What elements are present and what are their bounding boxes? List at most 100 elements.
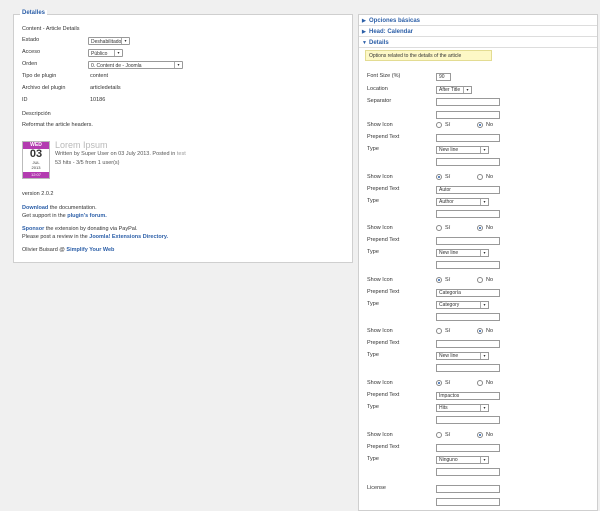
radio-no-label: No — [486, 432, 494, 438]
radio-no-label: No — [486, 225, 494, 231]
separator-input[interactable] — [436, 98, 500, 106]
type-extra-input[interactable] — [436, 416, 500, 424]
type-select[interactable]: Ninguno ▾ — [436, 456, 489, 464]
type-select[interactable]: Hits ▾ — [436, 404, 489, 412]
version-text: version 2.0.2 — [22, 191, 54, 197]
show-icon-label: Show Icon — [367, 122, 393, 128]
forum-link[interactable]: plugin's forum. — [67, 213, 107, 219]
sponsor-link[interactable]: Sponsor — [22, 226, 44, 232]
radio-yes-label: Sí — [445, 328, 451, 334]
calendar-time: 12:07 — [23, 172, 49, 178]
prepend-text-input[interactable] — [436, 340, 500, 348]
show-icon-no-radio[interactable] — [477, 432, 483, 438]
location-label: Location — [367, 86, 388, 92]
type-label: Type — [367, 301, 379, 307]
author-line: Olivier Buisard @ Simplify Your Web — [22, 247, 115, 253]
type-extra-input[interactable] — [436, 210, 500, 218]
location-select[interactable]: After Title ▾ — [436, 86, 472, 94]
prepend-text-input[interactable] — [436, 134, 500, 142]
support-line: Get support in the plugin's forum. — [22, 213, 107, 219]
radio-yes-label: Sí — [445, 432, 451, 438]
show-icon-yes-radio[interactable] — [436, 432, 442, 438]
chevron-down-icon: ▾ — [480, 405, 488, 411]
type-extra-input[interactable] — [436, 364, 500, 372]
type-select[interactable]: New line ▾ — [436, 146, 489, 154]
show-icon-no-radio[interactable] — [477, 225, 483, 231]
show-icon-yes-radio[interactable] — [436, 122, 442, 128]
chevron-down-icon: ▾ — [480, 457, 488, 463]
type-extra-input[interactable] — [436, 158, 500, 166]
field-label-archivo: Archivo del plugin — [22, 85, 66, 91]
chevron-down-icon: ▾ — [480, 353, 488, 359]
type-extra-input[interactable] — [436, 468, 500, 476]
prepend-text-input[interactable]: Impactos — [436, 392, 500, 400]
show-icon-yes-radio[interactable] — [436, 225, 442, 231]
chevron-down-icon: ▾ — [114, 50, 122, 56]
show-icon-no-radio[interactable] — [477, 174, 483, 180]
type-select[interactable]: New line ▾ — [436, 249, 489, 257]
type-label: Type — [367, 456, 379, 462]
acceso-select[interactable]: Público ▾ — [88, 49, 123, 57]
show-icon-label: Show Icon — [367, 225, 393, 231]
chevron-down-icon: ▾ — [174, 62, 182, 68]
type-select[interactable]: Category ▾ — [436, 301, 489, 309]
show-icon-no-radio[interactable] — [477, 380, 483, 386]
show-icon-no-radio[interactable] — [477, 122, 483, 128]
triangle-right-icon: ▶ — [362, 29, 366, 35]
type-label: Type — [367, 146, 379, 152]
download-link[interactable]: Download — [22, 205, 48, 211]
radio-no-label: No — [486, 328, 494, 334]
show-icon-label: Show Icon — [367, 432, 393, 438]
preview-hits: 53 hits - 3/5 from 1 user(s) — [55, 160, 120, 166]
type-select[interactable]: New line ▾ — [436, 352, 489, 360]
show-icon-yes-radio[interactable] — [436, 328, 442, 334]
chevron-down-icon: ▾ — [480, 199, 488, 205]
description-text: Reformat the article headers. — [22, 122, 93, 128]
chevron-down-icon: ▾ — [463, 87, 471, 93]
prepend-text-input[interactable]: Autor — [436, 186, 500, 194]
triangle-down-icon: ▼ — [362, 40, 367, 46]
show-icon-yes-radio[interactable] — [436, 277, 442, 283]
show-icon-no-radio[interactable] — [477, 328, 483, 334]
plugin-name: Content - Article Details — [22, 26, 80, 32]
show-icon-yes-radio[interactable] — [436, 380, 442, 386]
separator-input-2[interactable] — [436, 111, 500, 119]
font-size-input[interactable]: 90 — [436, 73, 451, 81]
preview-category-link[interactable]: test — [177, 151, 186, 157]
type-extra-input[interactable] — [436, 261, 500, 269]
show-icon-no-radio[interactable] — [477, 277, 483, 283]
radio-no-label: No — [486, 174, 494, 180]
type-label: Type — [367, 198, 379, 204]
type-label: Type — [367, 249, 379, 255]
simplify-link[interactable]: Simplify Your Web — [66, 247, 114, 253]
triangle-right-icon: ▶ — [362, 18, 366, 24]
section-details[interactable]: ▼ Details — [359, 38, 597, 48]
radio-yes-label: Sí — [445, 277, 451, 283]
chevron-down-icon: ▾ — [480, 302, 488, 308]
type-select[interactable]: Author ▾ — [436, 198, 489, 206]
jed-link[interactable]: Joomla! Extensions Directory. — [89, 234, 168, 240]
show-icon-label: Show Icon — [367, 277, 393, 283]
prepend-text-label: Prepend Text — [367, 237, 400, 243]
field-label-acceso: Acceso — [22, 49, 41, 55]
font-size-label: Font Size (%) — [367, 73, 401, 79]
prepend-text-label: Prepend Text — [367, 340, 400, 346]
chevron-down-icon: ▾ — [480, 147, 488, 153]
section-opciones-basicas[interactable]: ▶ Opciones básicas — [359, 16, 597, 26]
section-head-calendar[interactable]: ▶ Head: Calendar — [359, 27, 597, 37]
chevron-down-icon: ▾ — [121, 38, 129, 44]
show-icon-label: Show Icon — [367, 380, 393, 386]
prepend-text-input[interactable] — [436, 237, 500, 245]
prepend-text-input[interactable]: Categoría — [436, 289, 500, 297]
chevron-down-icon: ▾ — [480, 250, 488, 256]
license-input-2[interactable] — [436, 498, 500, 506]
preview-byline: Written by Super User on 03 July 2013. P… — [55, 151, 186, 157]
license-input[interactable] — [436, 485, 500, 493]
prepend-text-input[interactable] — [436, 444, 500, 452]
show-icon-yes-radio[interactable] — [436, 174, 442, 180]
radio-yes-label: Sí — [445, 380, 451, 386]
orden-select[interactable]: 0. Content de - Joomla ▾ — [88, 61, 183, 69]
calendar-year: 2013 — [31, 165, 41, 170]
estado-select[interactable]: Deshabilitado ▾ — [88, 37, 130, 45]
type-extra-input[interactable] — [436, 313, 500, 321]
